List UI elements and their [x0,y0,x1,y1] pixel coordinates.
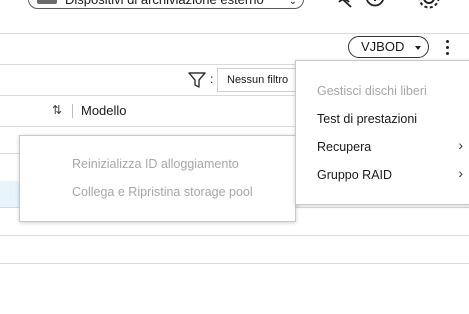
row-divider [0,153,20,154]
more-options-icon[interactable] [440,38,454,56]
vjbod-context-menu: Gestisci dischi liberi Test di prestazio… [295,60,469,205]
header-row-bottom-border [0,126,300,127]
chevron-down-icon: ⌄ [288,0,297,7]
header-row-top-border [0,95,300,96]
chevron-right-icon: › [458,137,463,153]
vjbod-label: VJBOD [361,39,405,54]
menu-item-reinitialize-bay-id[interactable]: Reinizializza ID alloggiamento [72,157,239,171]
vjbod-dropdown-button[interactable]: VJBOD [348,36,429,58]
row-divider [0,235,469,236]
menu-item-performance-test[interactable]: Test di prestazioni [317,112,417,126]
header-divider [0,33,469,34]
storage-type-select[interactable]: Dispositivi di archiviazione esterno ⌄ [28,0,304,9]
storage-type-label: Dispositivi di archiviazione esterno [65,0,264,8]
column-separator [72,104,73,118]
caret-down-icon [415,46,421,50]
info-icon[interactable] [364,0,386,10]
no-wifi-icon[interactable] [333,0,355,10]
column-header-modello[interactable]: Modello [81,103,127,118]
chevron-right-icon: › [458,165,463,181]
table-top-border [0,64,300,65]
filter-select[interactable]: Nessun filtro [217,68,301,92]
menu-item-raid-group[interactable]: Gruppo RAID [317,168,392,182]
disk-icon [37,0,57,4]
gear-icon[interactable] [416,0,442,12]
menu-item-recover[interactable]: Recupera [317,140,371,154]
menu-item-attach-restore-pool[interactable]: Collega e Ripristina storage pool [72,185,253,199]
recover-submenu: Reinizializza ID alloggiamento Collega e… [19,135,296,222]
row-divider [0,263,469,264]
filter-colon: : [210,72,214,86]
menu-item-manage-free-disks[interactable]: Gestisci dischi liberi [317,84,427,98]
filter-icon[interactable] [188,72,206,88]
sort-icon[interactable]: ⇅ [52,103,62,117]
